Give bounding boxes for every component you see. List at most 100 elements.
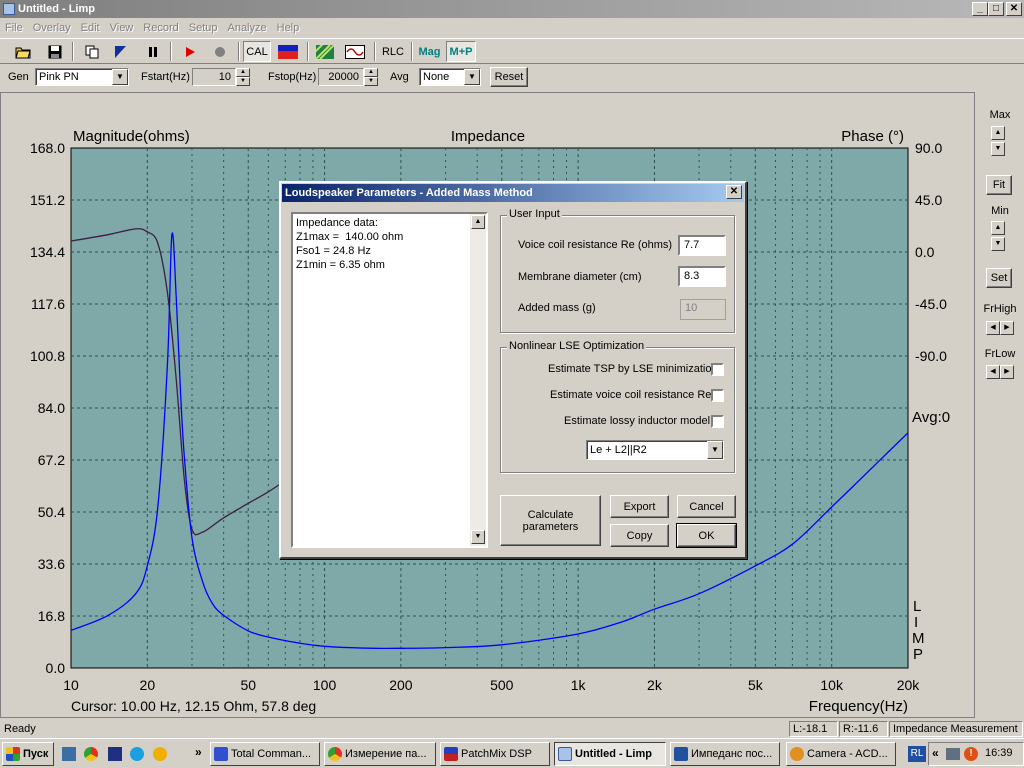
language-indicator[interactable]: RL (908, 746, 926, 762)
rlc-button[interactable]: RLC (379, 41, 407, 62)
maximize-button[interactable]: □ (988, 2, 1004, 16)
re-label: Voice coil resistance Re (ohms) (518, 239, 673, 251)
floppy-icon[interactable] (108, 747, 122, 761)
cal-button[interactable]: CAL (243, 41, 271, 62)
mag-button[interactable]: Mag (415, 41, 444, 62)
taskbar: Пуск » Total Comman... Измерение па... P… (0, 738, 1024, 768)
menu-help[interactable]: Help (272, 18, 305, 38)
task-limp[interactable]: Untitled - Limp (554, 742, 666, 766)
desktop-icon[interactable] (62, 747, 76, 761)
chevron-double-right-icon[interactable]: » (195, 745, 202, 759)
gen-select[interactable]: Pink PN ▼ (35, 68, 129, 86)
nonlinear-title: Nonlinear LSE Optimization (507, 340, 647, 352)
minimize-button[interactable]: _ (972, 2, 988, 16)
task-label: Импеданс пос... (691, 748, 773, 760)
set-button[interactable]: Set (986, 268, 1012, 288)
fstop-input[interactable]: 20000 (318, 68, 364, 86)
x-tick-label: 1k (571, 677, 587, 693)
scroll-up-icon[interactable]: ▲ (471, 215, 485, 229)
chevron-right-icon[interactable]: ▶ (1000, 321, 1014, 335)
chevron-double-left-icon[interactable]: « (932, 746, 939, 760)
copy-icon[interactable] (80, 41, 103, 62)
opt3-label: Estimate lossy inductor model (564, 415, 711, 427)
chevron-up-icon[interactable]: ▲ (991, 126, 1005, 140)
export-button[interactable]: Export (610, 495, 669, 518)
chevron-down-icon[interactable]: ▼ (991, 237, 1005, 251)
task-chrome[interactable]: Измерение па... (324, 742, 436, 766)
chevron-right-icon[interactable]: ▶ (1000, 365, 1014, 379)
added-mass-label: Added mass (g) (518, 302, 596, 314)
fit-button[interactable]: Fit (986, 175, 1012, 195)
spectrum-icon[interactable] (275, 41, 301, 62)
cancel-button[interactable]: Cancel (677, 495, 736, 518)
task-total-commander[interactable]: Total Comman... (210, 742, 320, 766)
menu-record[interactable]: Record (138, 18, 183, 38)
copy-button[interactable]: Copy (610, 524, 669, 547)
clock-app-icon[interactable] (153, 747, 167, 761)
scroll-down-icon[interactable]: ▼ (471, 530, 485, 544)
re-input[interactable]: 7.7 (678, 235, 726, 256)
alert-icon[interactable]: ! (964, 747, 978, 761)
opt2-label: Estimate voice coil resistance Re (550, 389, 712, 401)
wave-icon[interactable] (342, 41, 368, 62)
open-folder-icon[interactable] (11, 41, 34, 62)
save-icon[interactable] (43, 41, 66, 62)
ok-button[interactable]: OK (676, 523, 737, 548)
chevron-down-icon[interactable]: ▼ (707, 441, 723, 459)
y-tick-label: 117.6 (31, 296, 65, 312)
flag-icon[interactable] (108, 41, 131, 62)
calculate-parameters-button[interactable]: Calculate parameters (500, 495, 601, 546)
added-mass-input[interactable]: 10 (680, 299, 726, 320)
spin-up-icon[interactable]: ▲ (236, 68, 250, 77)
user-input-title: User Input (507, 208, 562, 220)
chrome-icon[interactable] (84, 747, 98, 761)
windows-logo-icon (6, 747, 20, 761)
fstart-input[interactable]: 10 (192, 68, 236, 86)
opt3-checkbox[interactable] (711, 415, 724, 428)
gen-label: Gen (8, 71, 29, 83)
opt2-checkbox[interactable] (711, 389, 724, 402)
task-word[interactable]: Импеданс пос... (670, 742, 780, 766)
stripes-icon[interactable] (313, 41, 337, 62)
fstart-spinner[interactable]: ▲ ▼ (236, 68, 250, 86)
chevron-left-icon[interactable]: ◀ (986, 365, 1000, 379)
task-label: Camera - ACD... (807, 748, 888, 760)
network-icon[interactable] (946, 748, 960, 760)
chevron-down-icon[interactable]: ▼ (464, 69, 480, 85)
pause-icon[interactable] (141, 41, 164, 62)
mag-phase-button[interactable]: M+P (446, 41, 476, 62)
menu-setup[interactable]: Setup (184, 18, 223, 38)
spin-up-icon[interactable]: ▲ (364, 68, 378, 77)
start-button[interactable]: Пуск (2, 742, 54, 766)
y-tick-label: 0.0 (46, 660, 66, 676)
reset-button[interactable]: Reset (490, 67, 528, 87)
play-icon[interactable] (178, 41, 201, 62)
task-camera[interactable]: Camera - ACD... (786, 742, 896, 766)
chevron-down-icon[interactable]: ▼ (112, 69, 128, 85)
system-tray: « ! 16:39 (928, 742, 1024, 766)
avg-select[interactable]: None ▼ (419, 68, 481, 86)
menu-file[interactable]: File (0, 18, 28, 38)
menu-overlay[interactable]: Overlay (28, 18, 76, 38)
diameter-input[interactable]: 8.3 (678, 266, 726, 287)
opt1-checkbox[interactable] (711, 363, 724, 376)
chevron-down-icon[interactable]: ▼ (991, 142, 1005, 156)
fstop-spinner[interactable]: ▲ ▼ (364, 68, 378, 86)
menu-edit[interactable]: Edit (76, 18, 105, 38)
spin-down-icon[interactable]: ▼ (236, 77, 250, 86)
impedance-data-text: Impedance data: Z1max = 140.00 ohm Fso1 … (296, 217, 404, 271)
record-icon[interactable] (208, 41, 231, 62)
close-button[interactable]: ✕ (1006, 2, 1022, 16)
menu-analyze[interactable]: Analyze (222, 18, 271, 38)
skype-icon[interactable] (130, 747, 144, 761)
spin-down-icon[interactable]: ▼ (364, 77, 378, 86)
impedance-data-memo[interactable]: Impedance data: Z1max = 140.00 ohm Fso1 … (291, 212, 488, 548)
dialog-close-button[interactable]: ✕ (726, 185, 742, 199)
chevron-left-icon[interactable]: ◀ (986, 321, 1000, 335)
menu-view[interactable]: View (105, 18, 139, 38)
x-tick-label: 50 (240, 677, 256, 693)
memo-scrollbar[interactable]: ▲ ▼ (470, 214, 486, 546)
task-patchmix[interactable]: PatchMix DSP (440, 742, 550, 766)
inductor-model-select[interactable]: Le + L2||R2 ▼ (586, 440, 724, 460)
chevron-up-icon[interactable]: ▲ (991, 221, 1005, 235)
